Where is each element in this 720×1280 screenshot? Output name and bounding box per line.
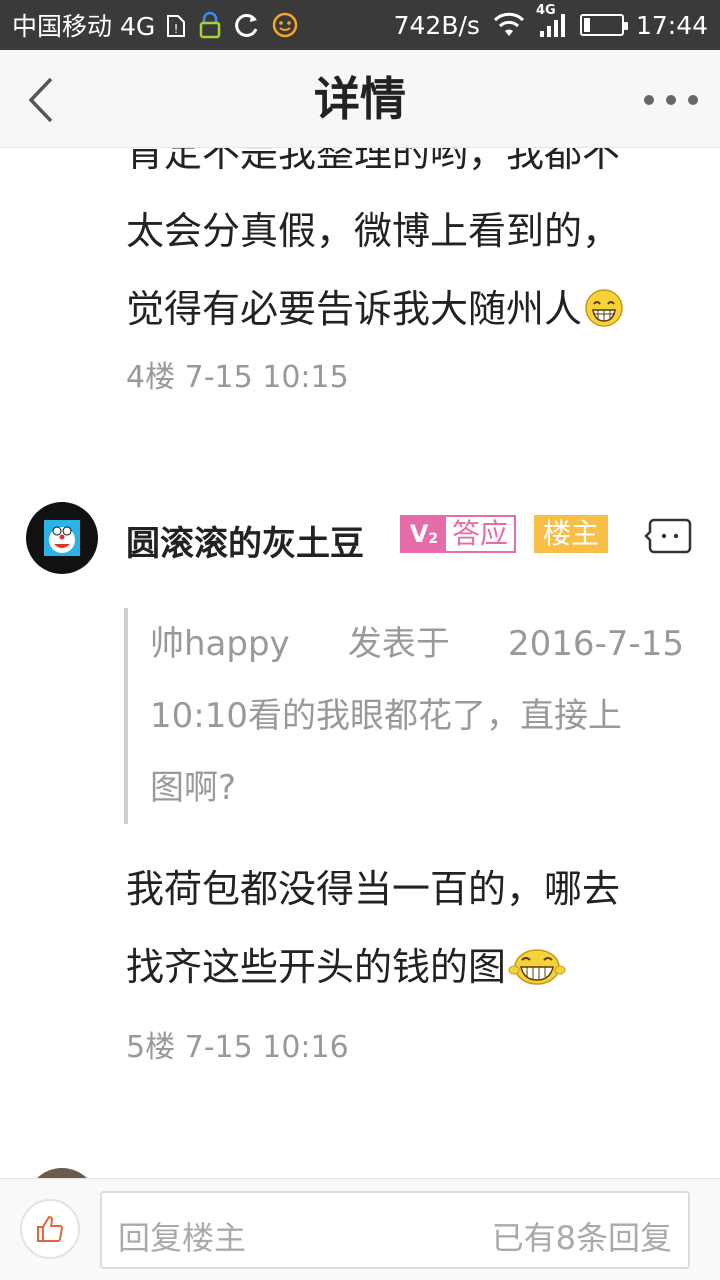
- grin-emoji-icon: [585, 289, 623, 327]
- reply-placeholder: 回复楼主: [118, 1219, 247, 1257]
- post-list[interactable]: 肯定不是我整理的哟，我都不 太会分真假，微博上看到的， 觉得有必要告诉我大随州人…: [0, 148, 720, 1178]
- post-4-line-2: 太会分真假，微博上看到的，: [126, 209, 621, 253]
- thumbs-up-icon: [37, 1216, 63, 1242]
- more-options-button[interactable]: [644, 82, 698, 118]
- comment-reply-icon[interactable]: [644, 516, 692, 556]
- reply-count: 已有8条回复: [491, 1219, 672, 1257]
- network-speed: 742B/s: [393, 10, 480, 40]
- smiley-notification-icon: [271, 11, 299, 39]
- quote-line-3: 图啊?: [150, 768, 237, 808]
- avatar[interactable]: [26, 502, 98, 574]
- signal-icon: 4G: [536, 3, 568, 39]
- next-post-avatar[interactable]: [26, 1168, 98, 1178]
- host-badge: 楼主: [534, 515, 609, 553]
- post-5-body: 我荷包都没得当一百的，哪去 找齐这些开头的钱的图: [126, 850, 686, 1006]
- more-dot: [688, 95, 698, 105]
- level-badge-v: V2: [402, 517, 446, 551]
- sync-icon: [233, 11, 261, 39]
- bottom-reply-bar: 回复楼主 已有8条回复: [0, 1178, 720, 1280]
- post-4-line-3-text: 觉得有必要告诉我大随州人: [126, 287, 583, 331]
- sim-warning-icon: !: [165, 12, 187, 38]
- more-dot: [666, 95, 676, 105]
- wifi-icon: [492, 12, 526, 38]
- post-4-body: 肯定不是我整理的哟，我都不 太会分真假，微博上看到的， 觉得有必要告诉我大随州人: [126, 148, 686, 348]
- like-button[interactable]: [20, 1199, 80, 1259]
- carrier-label: 中国移动 4G: [12, 12, 156, 41]
- back-button[interactable]: [20, 72, 60, 128]
- battery-icon: [579, 14, 628, 36]
- post-5-line-2-text: 找齐这些开头的钱的图: [126, 945, 507, 989]
- quote-line-2: 10:10看的我眼都花了，直接上: [150, 696, 622, 736]
- level-letter: V: [409, 520, 429, 548]
- status-bar: 中国移动 4G ! 742B/s 4G 17:44: [0, 0, 720, 50]
- laugh-emoji-icon: [508, 949, 566, 985]
- quote-user: 帅happy: [150, 624, 290, 664]
- network-type: 4G: [535, 3, 556, 18]
- svg-text:!: !: [174, 22, 179, 36]
- quote-date: 2016-7-15: [508, 624, 684, 664]
- post-4-line-1: 肯定不是我整理的哟，我都不: [126, 148, 621, 175]
- lock-app-icon: [197, 11, 223, 39]
- post-5-meta: 5楼 7-15 10:16: [126, 1030, 349, 1065]
- quote-line-1: 帅happy 发表于 2016-7-15: [150, 608, 684, 680]
- level-badge: V2 答应: [400, 515, 517, 553]
- post-5-line-2: 找齐这些开头的钱的图: [126, 928, 686, 1006]
- more-dots-icon: [644, 95, 654, 105]
- level-title: 答应: [446, 517, 515, 551]
- post-4-line-3: 觉得有必要告诉我大随州人: [126, 270, 686, 348]
- post-5-line-1: 我荷包都没得当一百的，哪去: [126, 867, 621, 911]
- reply-input[interactable]: 回复楼主 已有8条回复: [100, 1191, 690, 1269]
- level-number: 2: [428, 531, 439, 547]
- nav-bar: 详情: [0, 50, 720, 148]
- doraemon-avatar-icon: [44, 520, 80, 556]
- quote-posted-label: 发表于: [347, 624, 450, 664]
- post-4-meta: 4楼 7-15 10:15: [126, 360, 349, 395]
- quoted-reply: 帅happy 发表于 2016-7-15 10:10看的我眼都花了，直接上 图啊…: [124, 608, 684, 824]
- page-title: 详情: [314, 72, 406, 126]
- chevron-left-icon: [28, 77, 53, 123]
- clock: 17:44: [635, 10, 708, 40]
- username[interactable]: 圆滚滚的灰土豆: [126, 516, 364, 565]
